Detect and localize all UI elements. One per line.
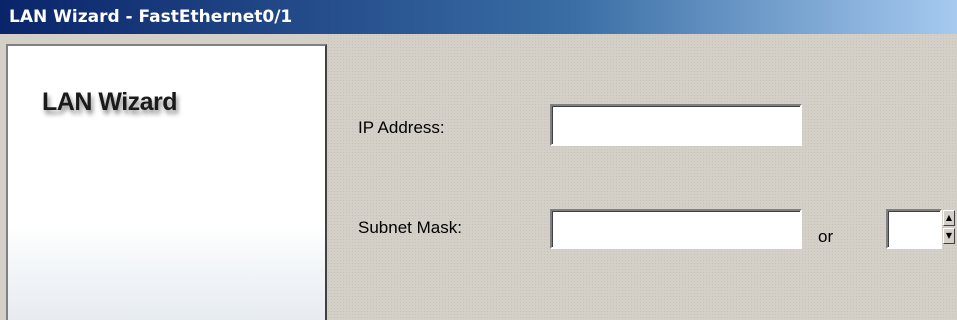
wizard-side-panel: LAN Wizard	[6, 44, 327, 320]
wizard-heading: LAN Wizard	[42, 88, 178, 116]
down-arrow-icon[interactable]: ▼	[943, 228, 955, 244]
prefix-length-input[interactable]	[886, 209, 942, 249]
ip-address-label: IP Address:	[358, 118, 445, 137]
form-area: IP Address: Subnet Mask: or ▲ ▼	[327, 34, 957, 320]
title-bar[interactable]: LAN Wizard - FastEthernet0/1	[0, 0, 957, 34]
or-label: or	[818, 227, 834, 246]
ip-address-input[interactable]	[550, 104, 802, 146]
prefix-length-spinner[interactable]: ▲ ▼	[943, 210, 957, 244]
subnet-mask-input[interactable]	[550, 209, 802, 249]
window-title: LAN Wizard - FastEthernet0/1	[9, 7, 293, 27]
subnet-mask-label: Subnet Mask:	[358, 218, 462, 237]
lan-wizard-window: LAN Wizard - FastEthernet0/1 LAN Wizard …	[0, 0, 957, 320]
up-arrow-icon[interactable]: ▲	[943, 210, 955, 226]
